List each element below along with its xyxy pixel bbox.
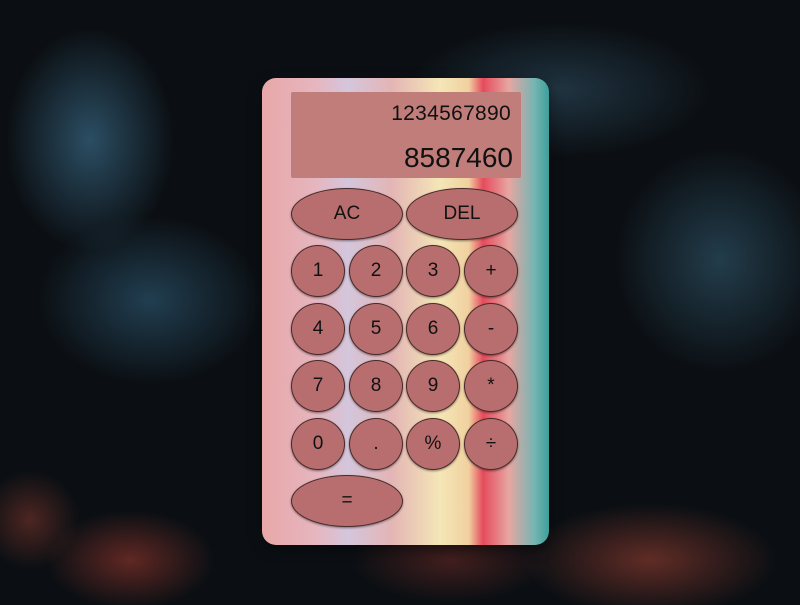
decimal-button[interactable]: . bbox=[349, 418, 403, 470]
digit-4-button[interactable]: 4 bbox=[291, 303, 345, 355]
calculator-display: 1234567890 8587460 bbox=[291, 92, 521, 178]
digit-2-button[interactable]: 2 bbox=[349, 245, 403, 297]
previous-operand: 1234567890 bbox=[391, 102, 511, 125]
digit-7-button[interactable]: 7 bbox=[291, 360, 345, 412]
digit-3-button[interactable]: 3 bbox=[406, 245, 460, 297]
digit-5-button[interactable]: 5 bbox=[349, 303, 403, 355]
plus-button[interactable]: + bbox=[464, 245, 518, 297]
all-clear-button[interactable]: AC bbox=[291, 188, 403, 240]
digit-8-button[interactable]: 8 bbox=[349, 360, 403, 412]
digit-1-button[interactable]: 1 bbox=[291, 245, 345, 297]
minus-button[interactable]: - bbox=[464, 303, 518, 355]
digit-6-button[interactable]: 6 bbox=[406, 303, 460, 355]
multiply-button[interactable]: * bbox=[464, 360, 518, 412]
divide-button[interactable]: ÷ bbox=[464, 418, 518, 470]
digit-9-button[interactable]: 9 bbox=[406, 360, 460, 412]
equals-button[interactable]: = bbox=[291, 475, 403, 527]
current-operand: 8587460 bbox=[403, 142, 513, 173]
calculator: 1234567890 8587460 AC DEL 1 2 3 + 4 5 6 … bbox=[262, 78, 549, 545]
delete-button[interactable]: DEL bbox=[406, 188, 518, 240]
percent-button[interactable]: % bbox=[406, 418, 460, 470]
digit-0-button[interactable]: 0 bbox=[291, 418, 345, 470]
